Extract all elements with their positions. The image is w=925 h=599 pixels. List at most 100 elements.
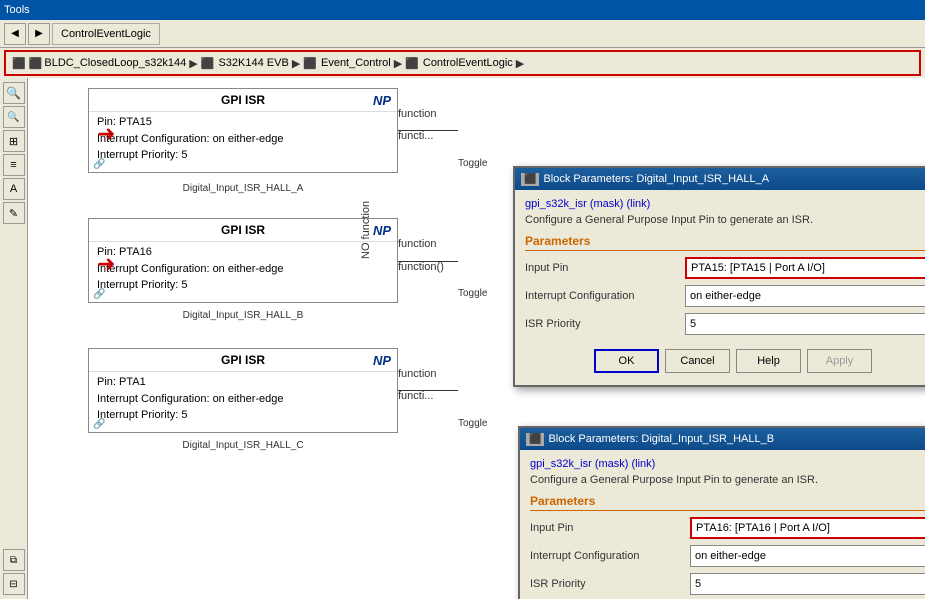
- block-hall-a-body: Pin: PTA15 Interrupt Configuration: on e…: [89, 112, 397, 166]
- dialog-a-isr-row: ISR Priority 5 ▼: [525, 313, 925, 335]
- block-hall-a-title: GPI ISR: [89, 89, 397, 112]
- zoom-in-button[interactable]: 🔍: [3, 82, 25, 104]
- dialog-a-subtitle: gpi_s32k_isr (mask) (link): [525, 198, 925, 210]
- dialog-b-interrupt-select[interactable]: on either-edge ▼: [690, 545, 925, 567]
- content-area: 🔍 🔍 ⊞ ≡ A ✎ ⧉ ⊟ GPI ISR Pin: PTA15 Inter…: [0, 78, 925, 599]
- tool-btn-2[interactable]: ≡: [3, 154, 25, 176]
- dialog-hall-a: ⬛ Block Parameters: Digital_Input_ISR_HA…: [513, 166, 925, 387]
- dialog-a-input-pin-row: Input Pin PTA15: [PTA15 | Port A I/O] ▼: [525, 257, 925, 279]
- connector-b: [398, 261, 458, 262]
- dialog-a-help-button[interactable]: Help: [736, 349, 801, 373]
- tab-control-event-logic[interactable]: ControlEventLogic: [52, 23, 160, 45]
- dialog-a-input-pin-value: PTA15: [PTA15 | Port A I/O]: [691, 262, 825, 274]
- dialog-a-titlebar: ⬛ Block Parameters: Digital_Input_ISR_HA…: [515, 168, 925, 190]
- dialog-b-content: gpi_s32k_isr (mask) (link) Configure a G…: [520, 450, 925, 599]
- link-icon-a: 🔗: [93, 159, 105, 170]
- block-hall-b[interactable]: GPI ISR Pin: PTA16 Interrupt Configurati…: [88, 218, 398, 303]
- dialog-a-ok-button[interactable]: OK: [594, 349, 659, 373]
- dialog-b-subtitle: gpi_s32k_isr (mask) (link): [530, 458, 925, 470]
- function2-label-c: functi...: [398, 390, 433, 402]
- toggle-label-b: Toggle: [458, 288, 487, 299]
- tool-btn-bottom-2[interactable]: ⊟: [3, 573, 25, 595]
- no-function-label: NO function: [360, 180, 372, 280]
- block-hall-b-priority: Interrupt Priority: 5: [97, 277, 367, 294]
- block-hall-c-priority: Interrupt Priority: 5: [97, 407, 367, 424]
- dialog-a-desc: Configure a General Purpose Input Pin to…: [525, 214, 925, 226]
- dialog-a-interrupt-select[interactable]: on either-edge ▼: [685, 285, 925, 307]
- back-button[interactable]: ◀: [4, 23, 26, 45]
- dialog-b-isr-select[interactable]: 5 ▼: [690, 573, 925, 595]
- zoom-out-button[interactable]: 🔍: [3, 106, 25, 128]
- dialog-b-input-pin-value: PTA16: [PTA16 | Port A I/O]: [696, 522, 830, 534]
- breadcrumb-sep-1: ▶: [292, 57, 300, 70]
- block-hall-b-pin: Pin: PTA16: [97, 244, 367, 261]
- tool-btn-bottom-1[interactable]: ⧉: [3, 549, 25, 571]
- dialog-b-interrupt-value: on either-edge: [695, 550, 766, 562]
- function2-label-b: function(): [398, 261, 444, 273]
- dialog-b-isr-label: ISR Priority: [530, 578, 690, 590]
- tab-label: ControlEventLogic: [61, 28, 151, 40]
- dialog-b-input-pin-select[interactable]: PTA16: [PTA16 | Port A I/O] ▼: [690, 517, 925, 539]
- dialog-a-content: gpi_s32k_isr (mask) (link) Configure a G…: [515, 190, 925, 385]
- dialog-a-apply-button[interactable]: Apply: [807, 349, 872, 373]
- block-hall-c[interactable]: GPI ISR Pin: PTA1 Interrupt Configuratio…: [88, 348, 398, 433]
- main-window: Tools ◀ ▶ ControlEventLogic ⬛ ⬛ BLDC_Clo…: [0, 0, 925, 599]
- arrow-b: ➜: [97, 251, 115, 277]
- dialog-a-input-pin-label: Input Pin: [525, 262, 685, 274]
- dialog-b-isr-value: 5: [695, 578, 701, 590]
- dialog-b-titlebar: ⬛ Block Parameters: Digital_Input_ISR_HA…: [520, 428, 925, 450]
- block-hall-c-body: Pin: PTA1 Interrupt Configuration: on ei…: [89, 372, 397, 426]
- breadcrumb: ⬛ ⬛ BLDC_ClosedLoop_s32k144 ▶ ⬛ S32K144 …: [4, 50, 921, 76]
- breadcrumb-sep-2: ▶: [394, 57, 402, 70]
- title-label: Tools: [4, 4, 30, 16]
- tool-btn-1[interactable]: ⊞: [3, 130, 25, 152]
- breadcrumb-item-1[interactable]: ⬛ S32K144 EVB: [201, 57, 289, 70]
- breadcrumb-label-1: S32K144 EVB: [218, 57, 288, 69]
- block-hall-c-pin: Pin: PTA1: [97, 374, 367, 391]
- dialog-a-section: Parameters: [525, 234, 925, 251]
- breadcrumb-icon-2: ⬛: [303, 57, 317, 70]
- dialog-a-cancel-button[interactable]: Cancel: [665, 349, 730, 373]
- toolbar: ◀ ▶ ControlEventLogic: [0, 20, 925, 48]
- function-label-c: function: [398, 368, 437, 380]
- title-bar: Tools: [0, 0, 925, 20]
- dialog-b-title: Block Parameters: Digital_Input_ISR_HALL…: [548, 433, 774, 445]
- dialog-b-isr-row: ISR Priority 5 ▼: [530, 573, 925, 595]
- block-hall-b-label: Digital_Input_ISR_HALL_B: [88, 310, 398, 321]
- breadcrumb-item-0[interactable]: ⬛ BLDC_ClosedLoop_s32k144: [29, 57, 187, 70]
- block-hall-b-title: GPI ISR: [89, 219, 397, 242]
- breadcrumb-sep-0: ▶: [189, 57, 197, 70]
- dialog-b-desc: Configure a General Purpose Input Pin to…: [530, 474, 925, 486]
- dialog-a-interrupt-value: on either-edge: [690, 290, 761, 302]
- breadcrumb-item-2[interactable]: ⬛ Event_Control: [303, 57, 390, 70]
- function-label-a: function: [398, 108, 437, 120]
- tool-btn-3[interactable]: A: [3, 178, 25, 200]
- diagram-area[interactable]: GPI ISR Pin: PTA15 Interrupt Configurati…: [28, 78, 925, 599]
- breadcrumb-sep-3: ▶: [516, 57, 524, 70]
- block-hall-a-label: Digital_Input_ISR_HALL_A: [88, 183, 398, 194]
- dialog-b-input-pin-label: Input Pin: [530, 522, 690, 534]
- connector-c: [398, 390, 458, 391]
- dialog-a-buttons: OK Cancel Help Apply: [525, 341, 925, 377]
- block-hall-a[interactable]: GPI ISR Pin: PTA15 Interrupt Configurati…: [88, 88, 398, 173]
- dialog-a-icon: ⬛: [521, 173, 539, 186]
- block-hall-c-label: Digital_Input_ISR_HALL_C: [88, 440, 398, 451]
- block-hall-a-pin: Pin: PTA15: [97, 114, 367, 131]
- tool-btn-4[interactable]: ✎: [3, 202, 25, 224]
- dialog-a-isr-label: ISR Priority: [525, 318, 685, 330]
- block-hall-a-config: Interrupt Configuration: on either-edge: [97, 131, 367, 148]
- dialog-a-isr-select[interactable]: 5 ▼: [685, 313, 925, 335]
- block-hall-c-config: Interrupt Configuration: on either-edge: [97, 391, 367, 408]
- breadcrumb-item-3[interactable]: ⬛ ControlEventLogic: [405, 57, 513, 70]
- link-icon-b: 🔗: [93, 289, 105, 300]
- dialog-hall-b: ⬛ Block Parameters: Digital_Input_ISR_HA…: [518, 426, 925, 599]
- function2-label-a: functi...: [398, 130, 433, 142]
- dialog-a-input-pin-select[interactable]: PTA15: [PTA15 | Port A I/O] ▼: [685, 257, 925, 279]
- toggle-label-c: Toggle: [458, 418, 487, 429]
- breadcrumb-label-2: Event_Control: [321, 57, 391, 69]
- dialog-b-icon: ⬛: [526, 433, 544, 446]
- forward-button[interactable]: ▶: [28, 23, 50, 45]
- arrow-a: ➜: [97, 121, 115, 147]
- dialog-b-input-pin-row: Input Pin PTA16: [PTA16 | Port A I/O] ▼: [530, 517, 925, 539]
- dialog-a-interrupt-label: Interrupt Configuration: [525, 290, 685, 302]
